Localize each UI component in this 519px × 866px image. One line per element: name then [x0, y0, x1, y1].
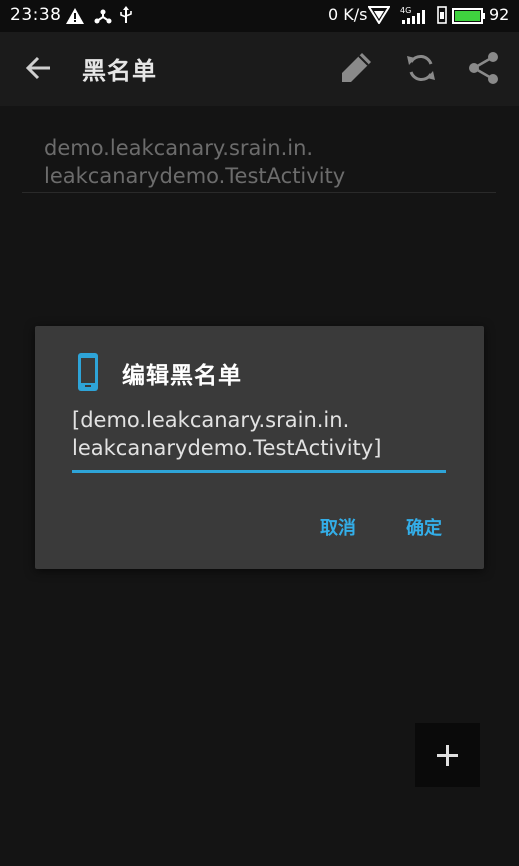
blacklist-input[interactable]: [demo.leakcanary.srain.in. leakcanarydem…	[72, 406, 446, 472]
signal-label: 4G	[400, 6, 411, 15]
phone-icon	[78, 353, 98, 391]
dialog-title: 编辑黑名单	[122, 363, 242, 389]
wifi-icon	[368, 6, 390, 24]
list-item-line1: demo.leakcanary.srain.in.	[44, 136, 314, 160]
usb-share-icon	[94, 9, 112, 24]
ok-button[interactable]: 确定	[406, 514, 442, 540]
edit-icon[interactable]	[338, 50, 374, 86]
input-line2: leakcanarydemo.TestActivity]	[72, 436, 382, 460]
add-button[interactable]	[415, 723, 480, 787]
page-title: 黑名单	[82, 57, 157, 85]
list-item-line2: leakcanarydemo.TestActivity	[44, 164, 346, 188]
edit-blacklist-dialog: 编辑黑名单 [demo.leakcanary.srain.in. leakcan…	[35, 326, 484, 569]
warning-icon	[66, 8, 84, 24]
cancel-button[interactable]: 取消	[320, 514, 356, 540]
battery-icon	[452, 8, 485, 24]
back-arrow-icon[interactable]	[24, 50, 54, 86]
refresh-icon[interactable]	[403, 50, 439, 86]
input-line1: [demo.leakcanary.srain.in.	[72, 408, 350, 432]
signal-icon: 4G	[400, 6, 425, 24]
sim-icon	[437, 6, 447, 24]
status-bar: 23:38 0 K/s 4G 92	[0, 0, 519, 32]
share-icon[interactable]	[466, 50, 502, 86]
net-speed: 0 K/s	[328, 5, 368, 24]
usb-icon	[120, 6, 132, 23]
plus-icon	[437, 745, 458, 766]
app-bar: 黑名单	[0, 32, 519, 106]
list-item-text: demo.leakcanary.srain.in. leakcanarydemo…	[44, 134, 484, 190]
list-item[interactable]: demo.leakcanary.srain.in. leakcanarydemo…	[22, 128, 496, 193]
battery-level: 92	[489, 5, 510, 24]
input-underline	[72, 470, 446, 473]
status-time: 23:38	[10, 5, 62, 25]
